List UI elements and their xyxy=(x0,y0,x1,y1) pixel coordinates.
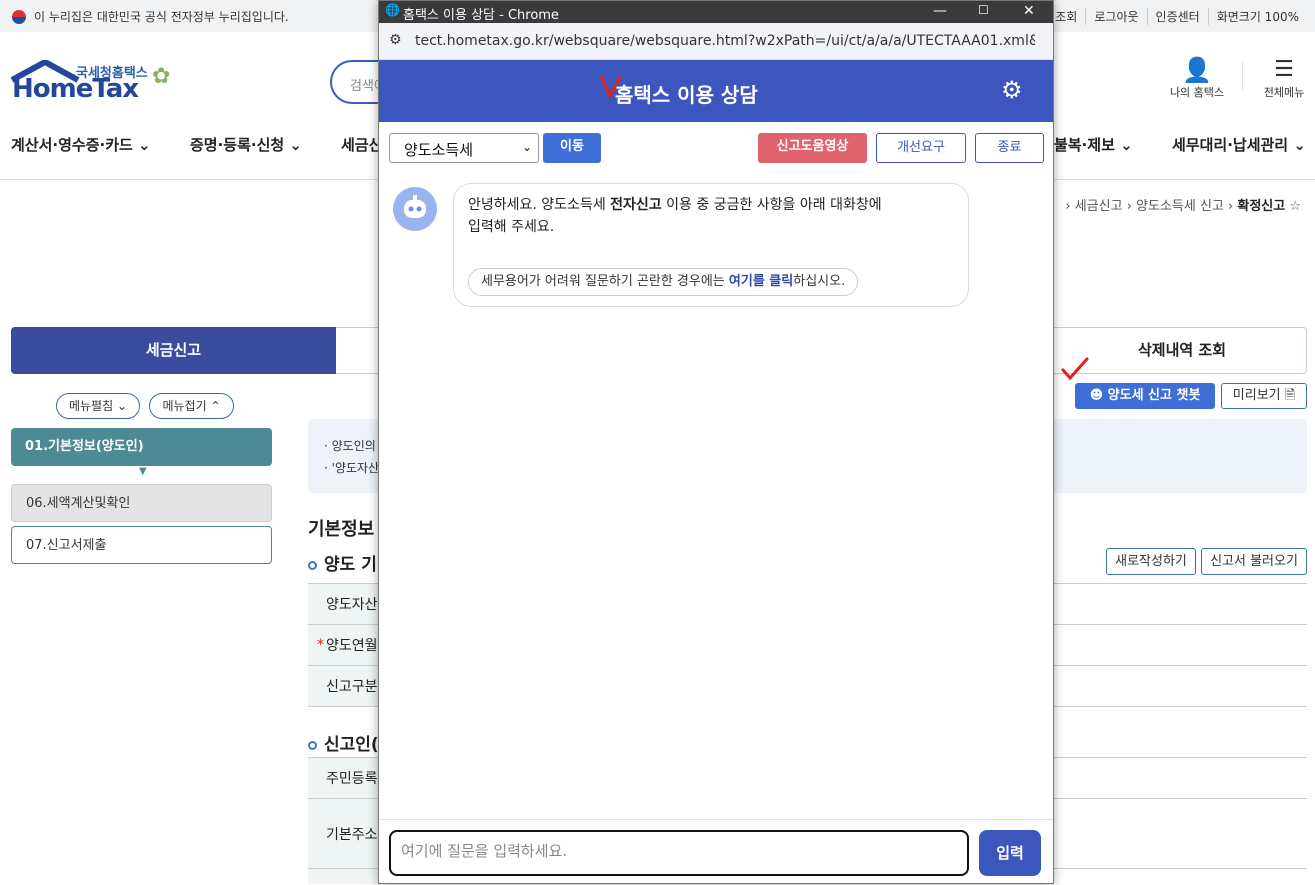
taegukgi-icon xyxy=(12,9,26,24)
red-checkmark-annotation xyxy=(1061,357,1089,381)
breadcrumb-item[interactable]: 세금신고 xyxy=(1075,199,1123,214)
window-titlebar: 🌐 홈택스 이용 상담 - Chrome — ☐ ✕ xyxy=(379,1,1053,23)
chevron-down-icon: ⌄ xyxy=(521,140,532,154)
address-bar[interactable]: ⚙ tect.hometax.go.kr/websquare/websquare… xyxy=(379,23,1053,60)
gnb-item-invoice[interactable]: 계산서·영수증·카드 ⌄ xyxy=(11,134,151,155)
step-tax-calc[interactable]: 06.세액계산및확인 xyxy=(11,484,272,522)
tax-type-select[interactable]: 양도소득세 ⌄ xyxy=(389,133,539,163)
breadcrumb: › 세금신고 › 양도소득세 신고 › 확정신고 ☆ xyxy=(1065,199,1301,214)
star-icon[interactable]: ☆ xyxy=(1289,199,1301,214)
end-chat-button[interactable]: 종료 xyxy=(975,133,1044,163)
all-menu-button[interactable]: ☰ 전체메뉴 xyxy=(1256,56,1312,100)
submit-button[interactable]: 입력 xyxy=(979,830,1041,876)
bot-message: 안녕하세요. 양도소득세 전자신고 이용 중 궁금한 사항을 아래 대화창에 입… xyxy=(453,183,969,307)
menu-collapse-button[interactable]: 메뉴접기 ⌃ xyxy=(149,393,234,419)
menu-expand-button[interactable]: 메뉴펼침 ⌄ xyxy=(56,393,140,419)
breadcrumb-current: 확정신고 xyxy=(1237,199,1286,214)
move-button[interactable]: 이동 xyxy=(543,133,601,163)
divider xyxy=(1242,62,1243,90)
plant-decoration-icon: ✿ xyxy=(152,64,171,89)
globe-icon: 🌐 xyxy=(385,3,400,17)
arrow-down-icon: ▼ xyxy=(139,466,147,477)
settings-gear-icon[interactable]: ⚙ xyxy=(1001,76,1023,104)
improve-request-button[interactable]: 개선요구 xyxy=(876,133,966,163)
my-hometax-button[interactable]: 👤 나의 홈택스 xyxy=(1165,56,1229,100)
basic-info-title: 기본정보 xyxy=(308,519,375,540)
cert-center-link[interactable]: 인증센터 xyxy=(1146,8,1208,25)
preview-button[interactable]: 미리보기 🗎 xyxy=(1221,383,1307,409)
close-icon[interactable]: ✕ xyxy=(1023,3,1035,19)
minimize-icon[interactable]: — xyxy=(933,3,947,19)
chatbot-avatar-icon xyxy=(393,187,437,231)
chatbot-icon: ☻ xyxy=(1089,388,1104,403)
chat-header: 홈택스 이용 상담 ⚙ xyxy=(379,60,1053,122)
site-info-icon[interactable]: ⚙ xyxy=(389,32,402,48)
user-bell-icon: 👤 xyxy=(1182,56,1212,84)
gnb-item-appeal[interactable]: 불복·제보 ⌄ xyxy=(1054,134,1133,155)
gov-notice: 이 누리집은 대한민국 공식 전자정부 누리집입니다. xyxy=(12,8,289,25)
chat-controls: 양도소득세 ⌄ 이동 신고도움영상 개선요구 종료 xyxy=(379,122,1053,174)
step-basic-info[interactable]: 01.기본정보(양도인) xyxy=(11,428,272,466)
help-video-button[interactable]: 신고도움영상 xyxy=(758,133,867,163)
question-input[interactable]: 여기에 질문을 입력하세요. xyxy=(389,830,969,876)
load-report-button[interactable]: 신고서 불러오기 xyxy=(1201,548,1307,575)
document-icon: 🗎 xyxy=(1284,388,1296,403)
chat-popup-window: 🌐 홈택스 이용 상담 - Chrome — ☐ ✕ ⚙ tect.hometa… xyxy=(378,0,1054,884)
chatbot-button[interactable]: ☻ 양도세 신고 챗봇 xyxy=(1075,383,1215,409)
section-reporter: 신고인( xyxy=(308,730,379,755)
tab-deleted-history[interactable]: 삭제내역 조회 xyxy=(1057,327,1307,374)
gnb-item-certificate[interactable]: 증명·등록·신청 ⌄ xyxy=(190,134,302,155)
new-write-button[interactable]: 새로작성하기 xyxy=(1106,548,1196,575)
maximize-icon[interactable]: ☐ xyxy=(978,3,989,17)
util-links: 조회 로그아웃 인증센터 화면크기 100% xyxy=(1047,8,1307,25)
logout-link[interactable]: 로그아웃 xyxy=(1085,8,1146,25)
gnb-item-tax-report[interactable]: 세금신 xyxy=(341,134,382,155)
gnb-item-agent[interactable]: 세무대리·납세관리 ⌄ xyxy=(1172,134,1306,155)
tab-tax-report[interactable]: 세금신고 xyxy=(11,327,336,374)
step-submit[interactable]: 07.신고서제출 xyxy=(11,526,272,564)
click-here-link[interactable]: 여기를 클릭 xyxy=(729,274,793,289)
hamburger-icon: ☰ xyxy=(1274,57,1294,82)
breadcrumb-item[interactable]: 양도소득세 신고 xyxy=(1136,199,1224,214)
glossary-hint[interactable]: 세무용어가 어려워 질문하기 곤란한 경우에는 여기를 클릭하십시오. xyxy=(468,268,859,296)
screen-size-control[interactable]: 화면크기 100% xyxy=(1207,8,1307,25)
chat-input-area: 여기에 질문을 입력하세요. 입력 xyxy=(379,819,1053,885)
section-transfer: 양도 기 xyxy=(308,550,377,575)
